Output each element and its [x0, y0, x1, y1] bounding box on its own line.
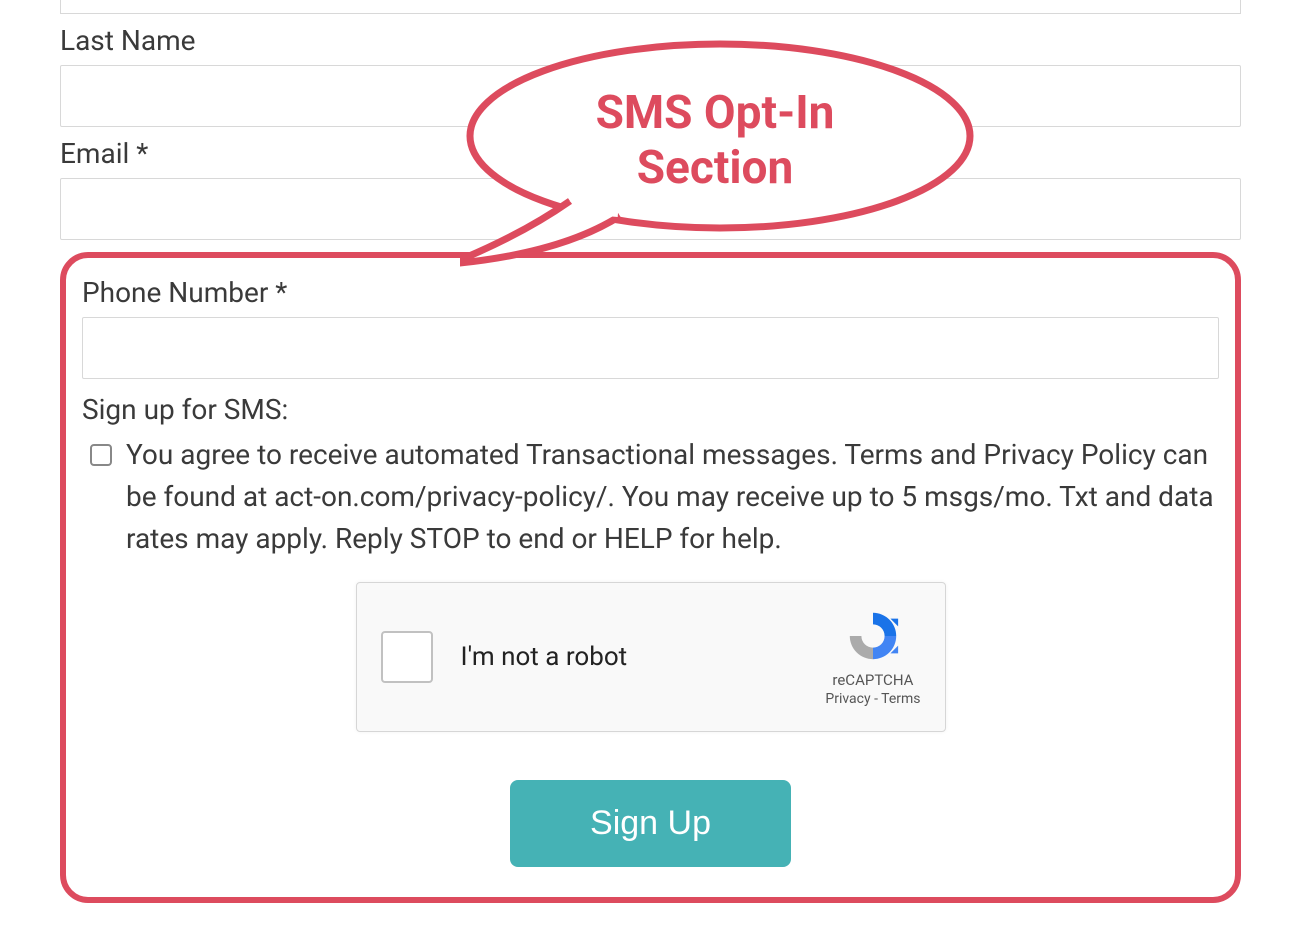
email-field-group: Email *	[60, 137, 1241, 240]
previous-input-bottom	[60, 0, 1241, 14]
recaptcha-widget: I'm not a robot reCAPTCHA Privacy - Term…	[356, 582, 946, 732]
recaptcha-container: I'm not a robot reCAPTCHA Privacy - Term…	[82, 582, 1219, 732]
last-name-input[interactable]	[60, 65, 1241, 127]
recaptcha-brand: reCAPTCHA	[832, 671, 913, 689]
submit-button-container: Sign Up	[82, 780, 1219, 867]
recaptcha-branding: reCAPTCHA Privacy - Terms	[825, 607, 920, 707]
phone-label: Phone Number *	[82, 276, 1219, 309]
signup-button[interactable]: Sign Up	[510, 780, 791, 867]
phone-input[interactable]	[82, 317, 1219, 379]
recaptcha-checkbox[interactable]	[381, 631, 433, 683]
recaptcha-label: I'm not a robot	[461, 642, 628, 672]
recaptcha-links[interactable]: Privacy - Terms	[825, 691, 920, 707]
sms-optin-highlight-box: Phone Number * Sign up for SMS: You agre…	[60, 252, 1241, 903]
sms-signup-label: Sign up for SMS:	[82, 393, 1219, 426]
consent-row: You agree to receive automated Transacti…	[82, 434, 1219, 560]
consent-text: You agree to receive automated Transacti…	[126, 434, 1219, 560]
recaptcha-icon	[844, 607, 902, 665]
recaptcha-left: I'm not a robot	[381, 631, 628, 683]
phone-field-group: Phone Number *	[82, 276, 1219, 379]
last-name-label: Last Name	[60, 24, 1241, 57]
email-input[interactable]	[60, 178, 1241, 240]
email-label: Email *	[60, 137, 1241, 170]
consent-checkbox[interactable]	[90, 444, 112, 466]
last-name-field-group: Last Name	[60, 24, 1241, 127]
form-container: Last Name Email * Phone Number * Sign up…	[0, 0, 1301, 903]
